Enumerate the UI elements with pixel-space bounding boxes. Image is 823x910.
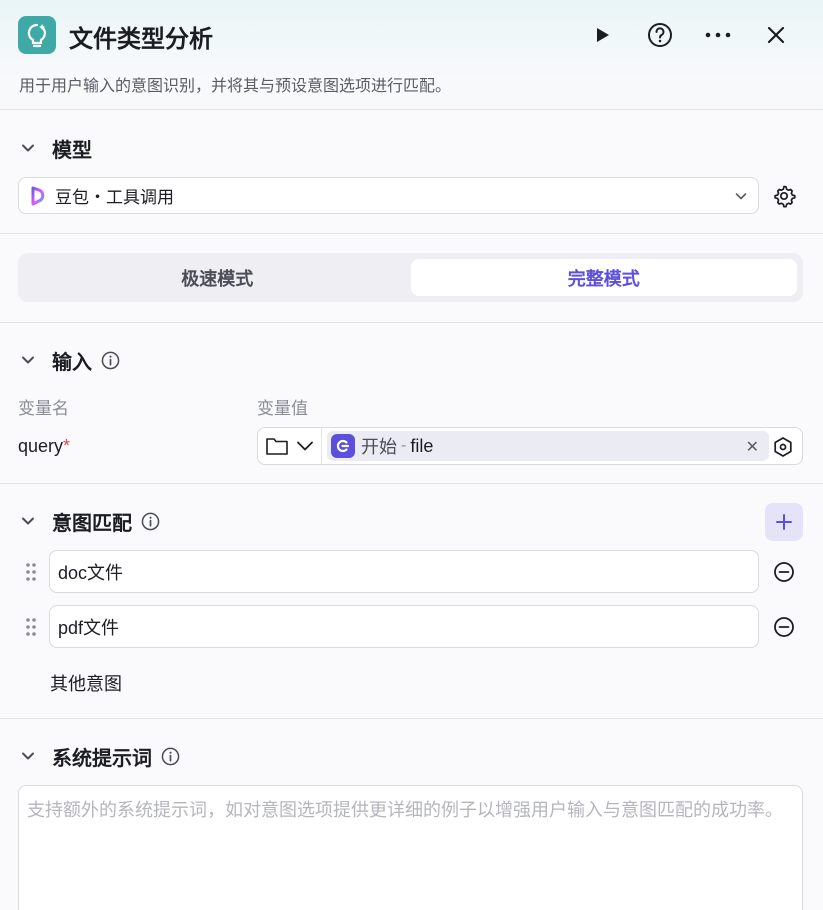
column-label-value: 变量值 <box>257 399 308 418</box>
more-button[interactable] <box>697 18 739 52</box>
chevron-down-icon <box>22 517 34 525</box>
remove-intent-icon[interactable] <box>773 616 795 638</box>
chevron-down-icon <box>735 193 747 200</box>
play-icon <box>597 28 609 42</box>
panel-header: 文件类型分析 用于用户输入的意图识别，并将其与预设意图选项进行匹配。 <box>0 0 823 110</box>
value-type-select[interactable] <box>258 428 322 464</box>
model-section-header[interactable]: 模型 <box>0 133 92 163</box>
other-intent-label: 其他意图 <box>50 674 122 694</box>
intent-section-header[interactable]: 意图匹配 <box>0 506 160 536</box>
model-select[interactable]: 豆包・工具调用 <box>18 177 759 214</box>
system-prompt-textarea[interactable]: 支持额外的系统提示词，如对意图选项提供更详细的例子以增强用户输入与意图匹配的成功… <box>18 785 803 910</box>
run-button[interactable] <box>581 18 623 52</box>
column-label-name: 变量名 <box>18 399 69 418</box>
add-intent-button[interactable] <box>765 503 803 541</box>
chevron-down-icon <box>22 144 34 152</box>
input-section: 输入 变量名 变量值 query* 开始 - file ✕ <box>0 323 823 484</box>
help-button[interactable] <box>639 18 681 52</box>
mode-full-option[interactable]: 完整模式 <box>410 259 797 296</box>
system-prompt-header[interactable]: 系统提示词 <box>0 741 180 771</box>
reference-variable: file <box>410 435 434 456</box>
close-icon <box>767 26 785 44</box>
gear-icon[interactable] <box>772 184 796 208</box>
node-description[interactable]: 用于用户输入的意图识别，并将其与预设意图选项进行匹配。 <box>19 72 451 96</box>
variable-name: query* <box>18 436 70 457</box>
doubao-logo-icon <box>31 186 45 205</box>
intent-section: 意图匹配 doc文件 pdf文件 其他意图 <box>0 484 823 719</box>
system-prompt-section: 系统提示词 支持额外的系统提示词，如对意图选项提供更详细的例子以增强用户输入与意… <box>0 719 823 910</box>
node-title[interactable]: 文件类型分析 <box>69 19 213 54</box>
section-title: 系统提示词 <box>52 747 152 770</box>
variable-settings-icon[interactable] <box>772 436 794 458</box>
reference-separator: - <box>401 437 407 454</box>
close-button[interactable] <box>755 18 797 52</box>
intent-node-icon <box>18 16 56 54</box>
variable-value-field[interactable]: 开始 - file ✕ <box>257 427 803 465</box>
drag-handle-icon[interactable] <box>24 562 38 582</box>
help-icon <box>648 23 672 47</box>
reference-source: 开始 <box>361 437 397 457</box>
mode-switch: 极速模式 完整模式 <box>18 253 803 302</box>
intent-input[interactable]: doc文件 <box>49 550 759 593</box>
info-icon[interactable] <box>161 747 180 766</box>
more-icon <box>705 32 731 38</box>
section-title: 输入 <box>52 351 92 374</box>
clear-reference-icon[interactable]: ✕ <box>746 437 759 457</box>
model-name: 豆包・工具调用 <box>55 188 174 207</box>
model-section: 模型 豆包・工具调用 <box>0 110 823 234</box>
variable-reference-tag[interactable]: 开始 - file ✕ <box>327 431 769 461</box>
section-title: 模型 <box>52 139 92 162</box>
chevron-down-icon <box>22 356 34 364</box>
mode-section: 极速模式 完整模式 <box>0 234 823 323</box>
remove-intent-icon[interactable] <box>773 561 795 583</box>
drag-handle-icon[interactable] <box>24 617 38 637</box>
plus-icon <box>776 514 792 530</box>
intent-row: pdf文件 <box>0 605 823 649</box>
section-title: 意图匹配 <box>52 512 132 535</box>
info-icon[interactable] <box>101 351 120 370</box>
intent-row: doc文件 <box>0 550 823 594</box>
mode-fast-option[interactable]: 极速模式 <box>24 259 411 296</box>
folder-icon <box>266 438 289 455</box>
info-icon[interactable] <box>141 512 160 531</box>
start-node-icon <box>331 434 355 458</box>
required-mark: * <box>63 436 71 456</box>
intent-input[interactable]: pdf文件 <box>49 605 759 648</box>
variable-name-text: query <box>18 436 64 456</box>
chevron-down-icon <box>22 752 34 760</box>
node-config-panel: 文件类型分析 用于用户输入的意图识别，并将其与预设意图选项进行匹配。 模型 豆包… <box>0 0 823 910</box>
chevron-down-icon <box>296 441 313 451</box>
input-section-header[interactable]: 输入 <box>0 345 120 375</box>
